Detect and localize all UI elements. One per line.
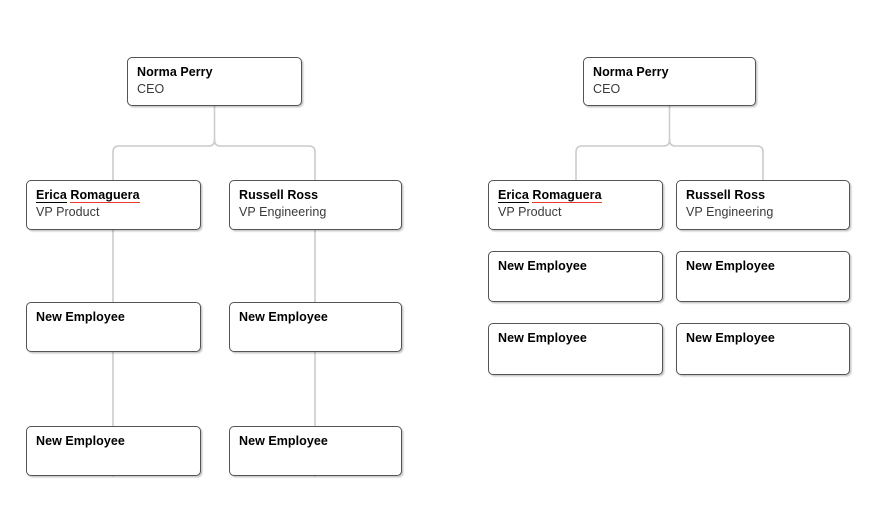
node-right-new-employee-4[interactable]: New Employee <box>676 323 850 375</box>
name-first-underlined: Erica <box>498 188 529 203</box>
node-left-new-employee-1[interactable]: New Employee <box>26 302 201 352</box>
node-title: Russell Ross <box>686 188 766 202</box>
node-subtitle: VP Engineering <box>686 205 774 219</box>
node-title: New Employee <box>498 331 587 345</box>
name-first-underlined: Erica <box>36 188 67 203</box>
node-left-new-employee-4[interactable]: New Employee <box>229 426 402 476</box>
node-title: New Employee <box>498 259 587 273</box>
node-title: Erica Romaguera <box>498 188 653 203</box>
node-right-ceo[interactable]: Norma Perry CEO <box>583 57 756 106</box>
node-right-new-employee-3[interactable]: New Employee <box>488 323 663 375</box>
node-title: New Employee <box>36 310 125 324</box>
node-left-new-employee-2[interactable]: New Employee <box>229 302 402 352</box>
node-left-vp-engineering[interactable]: Russell Ross VP Engineering <box>229 180 402 230</box>
node-right-vp-engineering[interactable]: Russell Ross VP Engineering <box>676 180 850 230</box>
node-right-new-employee-2[interactable]: New Employee <box>676 251 850 302</box>
node-title: Norma Perry <box>593 65 669 79</box>
node-title: Norma Perry <box>137 65 213 79</box>
node-title: New Employee <box>686 259 775 273</box>
node-subtitle: VP Product <box>36 205 100 219</box>
node-left-new-employee-3[interactable]: New Employee <box>26 426 201 476</box>
node-subtitle: CEO <box>137 82 165 96</box>
node-title: New Employee <box>239 310 328 324</box>
node-right-new-employee-1[interactable]: New Employee <box>488 251 663 302</box>
org-chart-canvas: Norma Perry CEO Erica Romaguera VP Produ… <box>0 0 880 515</box>
node-left-vp-product[interactable]: Erica Romaguera VP Product <box>26 180 201 230</box>
node-subtitle: CEO <box>593 82 621 96</box>
node-title: Russell Ross <box>239 188 319 202</box>
name-last-spellcheck-underlined: Romaguera <box>70 188 140 203</box>
node-right-vp-product[interactable]: Erica Romaguera VP Product <box>488 180 663 230</box>
node-title: Erica Romaguera <box>36 188 191 203</box>
node-title: New Employee <box>239 434 328 448</box>
name-last-spellcheck-underlined: Romaguera <box>532 188 602 203</box>
node-layer: Norma Perry CEO Erica Romaguera VP Produ… <box>0 0 880 515</box>
node-left-ceo[interactable]: Norma Perry CEO <box>127 57 302 106</box>
node-subtitle: VP Product <box>498 205 562 219</box>
node-title: New Employee <box>686 331 775 345</box>
node-subtitle: VP Engineering <box>239 205 327 219</box>
node-title: New Employee <box>36 434 125 448</box>
